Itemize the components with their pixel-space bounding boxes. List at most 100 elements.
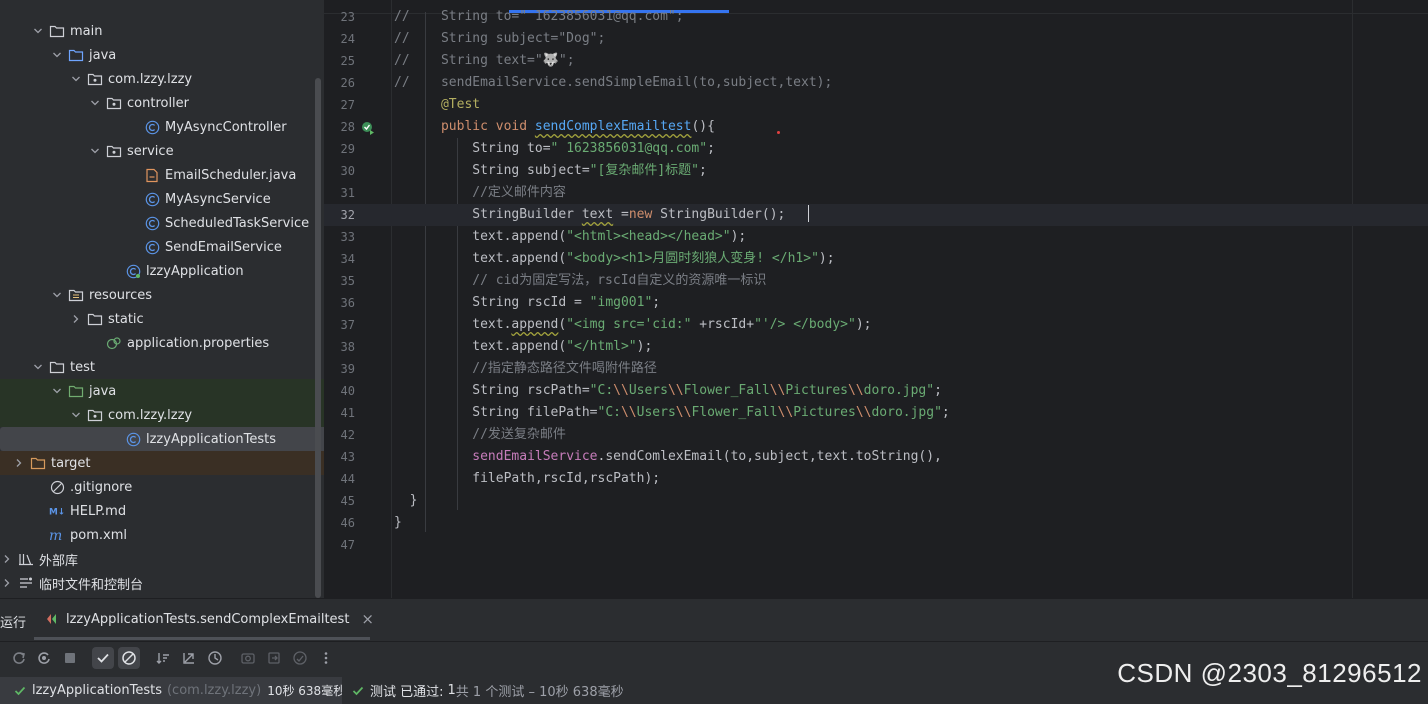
code-line[interactable]: 31 //定义邮件内容 <box>324 182 1428 204</box>
code-line[interactable]: 47 <box>324 534 1428 556</box>
code-text: } <box>394 512 402 534</box>
project-tree: main java com.lzzy.lzzy controller MyAsyncCo… <box>0 0 324 598</box>
tree-item[interactable]: m pom.xml <box>0 523 324 547</box>
chevron-right-icon[interactable] <box>0 552 14 566</box>
chevron-down-icon[interactable] <box>69 408 83 422</box>
code-line[interactable]: 24 // String subject="Dog"; <box>324 28 1428 50</box>
close-icon[interactable]: × <box>361 610 374 628</box>
code-line[interactable]: 29 String to=" 1623856031@qq.com"; <box>324 138 1428 160</box>
code-line[interactable]: 43 sendEmailService.sendComlexEmail(to,s… <box>324 446 1428 468</box>
chevron-down-icon[interactable] <box>88 96 102 110</box>
tree-item[interactable]: EmailScheduler.java <box>0 163 324 187</box>
stop-icon[interactable] <box>59 647 81 669</box>
tree-item[interactable]: 临时文件和控制台 <box>0 571 316 595</box>
code-line[interactable]: 27 @Test <box>324 94 1428 116</box>
coverage-icon[interactable] <box>289 647 311 669</box>
run-test-gutter-icon[interactable] <box>361 120 375 135</box>
code-token: doro.jpg" <box>863 383 935 398</box>
chevron-right-icon[interactable] <box>69 312 83 326</box>
maven-icon: m <box>49 527 65 543</box>
code-token: Pictures <box>785 383 848 398</box>
code-token: text <box>581 207 614 222</box>
tree-item-label: 外部库 <box>39 553 79 569</box>
tree-item[interactable]: lzzyApplicationTests <box>0 427 324 451</box>
chevron-down-icon[interactable] <box>50 384 64 398</box>
code-line[interactable]: 46} <box>324 512 1428 534</box>
tree-item[interactable]: service <box>0 139 324 163</box>
tree-item[interactable]: MyAsyncController <box>0 115 324 139</box>
line-number: 43 <box>340 450 355 464</box>
code-line[interactable]: 23 // String to=" 1623856031@qq.com"; <box>324 6 1428 28</box>
chevron-down-icon[interactable] <box>31 360 45 374</box>
code-line[interactable]: 30 String subject="[复杂邮件]标题"; <box>324 160 1428 182</box>
tree-item[interactable]: controller <box>0 91 324 115</box>
code-line[interactable]: 37 text.append("<img src='cid:" +rscId+"… <box>324 314 1428 336</box>
code-line[interactable]: 38 text.append("</html>"); <box>324 336 1428 358</box>
tree-item[interactable]: SendEmailService <box>0 235 324 259</box>
rerun-icon[interactable] <box>8 647 30 669</box>
chevron-right-icon[interactable] <box>12 456 26 470</box>
code-text: sendEmailService.sendComlexEmail(to,subj… <box>394 446 942 468</box>
line-number: 39 <box>340 362 355 376</box>
code-line[interactable]: 44 filePath,rscId,rscPath); <box>324 468 1428 490</box>
chevron-right-icon[interactable] <box>0 576 14 590</box>
code-line[interactable]: 35 // cid为固定写法，rscId自定义的资源唯一标识 <box>324 270 1428 292</box>
tree-item[interactable]: MyAsyncService <box>0 187 324 211</box>
tree-item[interactable]: com.lzzy.lzzy <box>0 67 324 91</box>
code-line[interactable]: 42 //发送复杂邮件 <box>324 424 1428 446</box>
tree-item[interactable]: 外部库 <box>0 547 316 571</box>
code-line[interactable]: 32 StringBuilder text =new StringBuilder… <box>324 204 1428 226</box>
code-text: } <box>394 490 418 512</box>
chevron-down-icon[interactable] <box>31 24 45 38</box>
rerun-failed-icon[interactable] <box>33 647 55 669</box>
sort-icon[interactable] <box>152 647 174 669</box>
code-line[interactable]: 36 String rscId = "img001"; <box>324 292 1428 314</box>
code-line[interactable]: 34 text.append("<body><h1>月圆时刻狼人变身! </h1… <box>324 248 1428 270</box>
chevron-down-icon[interactable] <box>50 48 64 62</box>
code-line[interactable]: 41 String filePath="C:\\Users\\Flower_Fa… <box>324 402 1428 424</box>
code-token: append <box>511 317 559 332</box>
tree-item[interactable]: test <box>0 355 324 379</box>
chevron-down-icon[interactable] <box>88 144 102 158</box>
chevron-down-icon[interactable] <box>69 72 83 86</box>
chevron-down-icon[interactable] <box>50 288 64 302</box>
tree-item[interactable]: main <box>0 19 324 43</box>
code-text: // cid为固定写法，rscId自定义的资源唯一标识 <box>394 270 766 292</box>
import-tests-icon[interactable] <box>178 647 200 669</box>
code-line[interactable]: 33 text.append("<html><head></head>"); <box>324 226 1428 248</box>
tree-item[interactable]: ScheduledTaskService <box>0 211 324 235</box>
tree-item-label: service <box>127 143 174 159</box>
tree-item[interactable]: .gitignore <box>0 475 324 499</box>
code-line[interactable]: 40 String rscPath="C:\\Users\\Flower_Fal… <box>324 380 1428 402</box>
history-icon[interactable] <box>204 647 226 669</box>
tree-item[interactable]: com.lzzy.lzzy <box>0 403 324 427</box>
tree-item[interactable]: java <box>0 43 324 67</box>
screenshot-icon[interactable] <box>237 647 259 669</box>
code-line[interactable]: 26 // sendEmailService.sendSimpleEmail(to… <box>324 72 1428 94</box>
code-token: text. <box>394 317 512 332</box>
code-text: // String to=" 1623856031@qq.com"; <box>394 6 684 28</box>
more-options-icon[interactable] <box>315 647 337 669</box>
test-tree-item[interactable]: lzzyApplicationTests (com.lzzy.lzzy) 10秒… <box>0 677 342 704</box>
tree-item[interactable]: target <box>0 451 324 475</box>
tree-item[interactable]: M↓ HELP.md <box>0 499 324 523</box>
code-line[interactable]: 28 public void sendComplexEmailtest(){ <box>324 116 1428 138</box>
project-tree-scrollbar[interactable] <box>315 78 321 598</box>
code-line[interactable]: 39 //指定静态路径文件喝附件路径 <box>324 358 1428 380</box>
tree-item[interactable]: resources <box>0 283 324 307</box>
show-passed-icon[interactable] <box>92 647 114 669</box>
tree-item[interactable]: java <box>0 379 324 403</box>
code-editor[interactable]: 23 // String to=" 1623856031@qq.com"; 24 //… <box>324 0 1428 598</box>
line-number: 27 <box>340 98 355 112</box>
show-ignored-icon[interactable] <box>118 647 140 669</box>
tree-item[interactable]: lzzyApplication <box>0 259 324 283</box>
code-text: text.append("</html>"); <box>394 336 652 358</box>
passed-icon <box>14 685 26 697</box>
tree-item[interactable]: application.properties <box>0 331 324 355</box>
code-line[interactable]: 25 // String text="🐺"; <box>324 50 1428 72</box>
run-config-tab[interactable]: lzzyApplicationTests.sendComplexEmailtes… <box>36 599 374 639</box>
export-icon[interactable] <box>263 647 285 669</box>
tree-item[interactable]: static <box>0 307 324 331</box>
code-line[interactable]: 45 } <box>324 490 1428 512</box>
